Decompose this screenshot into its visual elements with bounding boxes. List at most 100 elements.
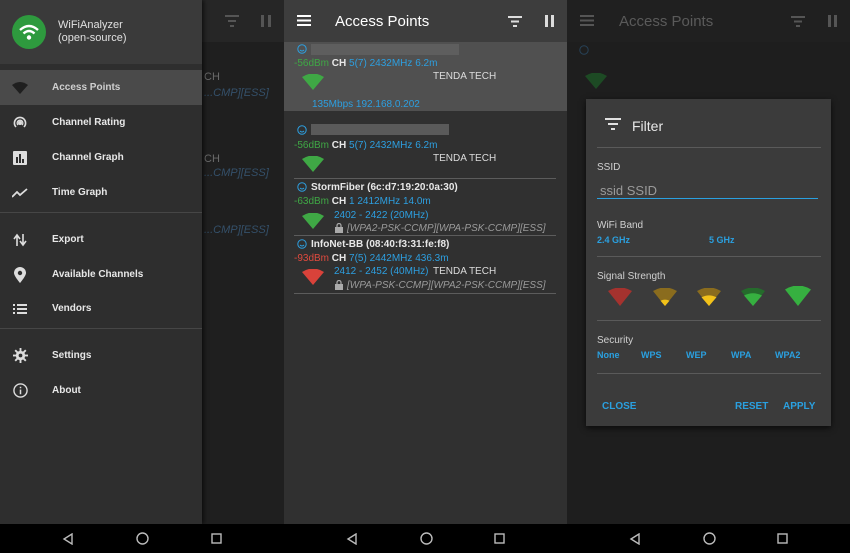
app-name: WiFiAnalyzer	[58, 19, 123, 31]
filter-icon	[791, 16, 805, 27]
close-button[interactable]: CLOSE	[602, 401, 636, 412]
lock-icon	[335, 280, 343, 290]
wifi-signal-weak-icon	[302, 269, 324, 285]
app-subtitle: (open-source)	[58, 32, 127, 44]
home-icon[interactable]	[702, 532, 716, 545]
menu-item-time-graph[interactable]: Time Graph	[0, 175, 202, 210]
hamburger-menu-icon	[580, 15, 594, 26]
security-option-wpa2[interactable]: WPA2	[775, 350, 800, 360]
smiley-icon	[297, 125, 307, 135]
ap-extra-info: 135Mbps 192.168.0.202	[312, 99, 420, 110]
signal-none-icon[interactable]	[608, 288, 632, 306]
ap-details: -63dBm CH 1 2412MHz 14.0m	[294, 196, 431, 207]
menu-item-channel-rating[interactable]: Channel Rating	[0, 105, 202, 140]
list-item[interactable]: StormFiber (6c:d7:19:20:0a:30) -63dBm CH…	[284, 179, 567, 235]
filter-icon[interactable]	[508, 16, 522, 27]
menu-item-channel-graph[interactable]: Channel Graph	[0, 140, 202, 175]
ssid-input[interactable]: ssid SSID	[600, 183, 817, 198]
back-icon[interactable]	[62, 532, 74, 545]
divider	[597, 256, 821, 257]
menu-item-vendors[interactable]: Vendors	[0, 291, 202, 326]
home-icon[interactable]	[419, 532, 433, 545]
wifi-logo-icon	[12, 15, 46, 49]
system-nav-bar	[0, 524, 284, 553]
line-chart-icon	[12, 185, 28, 201]
system-nav-bar	[567, 524, 850, 553]
signal-good-icon[interactable]	[741, 288, 765, 306]
hamburger-menu-icon[interactable]	[297, 15, 311, 26]
system-nav-bar	[284, 524, 567, 553]
security-capabilities: [WPA2-PSK-CCMP][WPA-PSK-CCMP][ESS]	[347, 223, 546, 234]
recents-icon[interactable]	[494, 533, 505, 544]
security-option-wep[interactable]: WEP	[686, 350, 707, 360]
ssid-label: StormFiber (6c:d7:19:20:0a:30)	[311, 182, 458, 193]
signal-weak-icon[interactable]	[653, 288, 677, 306]
menu-item-settings[interactable]: Settings	[0, 338, 202, 373]
divider	[597, 320, 821, 321]
smiley-icon	[297, 44, 307, 54]
access-points-screen: Access Points -56dBm CH 5(7) 2432MHz 6.2…	[284, 0, 567, 553]
location-pin-icon	[12, 266, 28, 283]
filter-screen: Access Points Filter SSID ssid SSID WiFi…	[567, 0, 850, 553]
dimmed-text: ...CMP][ESS]	[204, 167, 269, 179]
app-toolbar: Access Points	[284, 0, 567, 42]
vendor-label: TENDA TECH	[433, 71, 497, 82]
list-icon	[12, 301, 28, 317]
pause-icon	[261, 15, 271, 27]
recents-icon[interactable]	[211, 533, 222, 544]
signal-rating-icon	[12, 115, 28, 131]
drawer-screen: CH ...CMP][ESS] CH ...CMP][ESS] ...CMP][…	[0, 0, 284, 553]
ssid-blurred	[311, 44, 459, 55]
security-option-wpa[interactable]: WPA	[731, 350, 751, 360]
menu-item-label: Channel Graph	[52, 152, 124, 163]
wifi-signal-good-icon	[302, 156, 324, 172]
ssid-label: InfoNet-BB (08:40:f3:31:fe:f8)	[311, 239, 450, 250]
band-option-5ghz[interactable]: 5 GHz	[709, 235, 735, 245]
filter-icon	[225, 15, 239, 27]
navigation-drawer: WiFiAnalyzer (open-source) Access Points…	[0, 0, 202, 524]
security-capabilities: [WPA-PSK-CCMP][WPA2-PSK-CCMP][ESS]	[347, 280, 546, 291]
menu-item-label: Vendors	[52, 303, 92, 314]
menu-item-label: About	[52, 385, 81, 396]
recents-icon[interactable]	[777, 533, 788, 544]
vendor-label: TENDA TECH	[433, 266, 497, 277]
divider	[597, 147, 821, 148]
vendor-label: TENDA TECH	[433, 153, 497, 164]
menu-item-about[interactable]: About	[0, 373, 202, 408]
menu-item-label: Channel Rating	[52, 117, 126, 128]
dimmed-text: CH	[204, 153, 220, 165]
dimmed-text: ...CMP][ESS]	[204, 224, 269, 236]
list-item[interactable]: -56dBm CH 5(7) 2432MHz 6.2m TENDA TECH	[284, 118, 567, 178]
drawer-header: WiFiAnalyzer (open-source)	[0, 0, 202, 64]
list-item[interactable]: InfoNet-BB (08:40:f3:31:fe:f8) -93dBm CH…	[284, 236, 567, 294]
divider	[294, 293, 556, 294]
reset-button[interactable]: RESET	[735, 401, 768, 412]
signal-fair-icon[interactable]	[697, 288, 721, 306]
dialog-title: Filter	[632, 118, 664, 134]
pause-icon[interactable]	[545, 15, 554, 27]
security-option-none[interactable]: None	[597, 350, 620, 360]
ap-details: -93dBm CH 7(5) 2442MHz 436.3m	[294, 253, 449, 264]
lock-icon	[335, 223, 343, 233]
ap-details: -56dBm CH 5(7) 2432MHz 6.2m	[294, 140, 438, 151]
band-option-2ghz[interactable]: 2.4 GHz	[597, 235, 630, 245]
back-icon[interactable]	[346, 532, 358, 545]
signal-excellent-icon[interactable]	[785, 286, 811, 306]
menu-item-label: Time Graph	[52, 187, 108, 198]
dimmed-toolbar	[202, 0, 284, 42]
dimmed-text: ...CMP][ESS]	[204, 87, 269, 99]
home-icon[interactable]	[136, 532, 149, 545]
gear-icon	[12, 348, 28, 364]
apply-button[interactable]: APPLY	[783, 401, 815, 412]
security-option-wps[interactable]: WPS	[641, 350, 662, 360]
menu-item-available-channels[interactable]: Available Channels	[0, 257, 202, 292]
info-icon	[12, 383, 28, 399]
back-icon[interactable]	[629, 532, 641, 545]
frequency-range: 2402 - 2422 (20MHz)	[334, 210, 429, 221]
export-arrows-icon	[12, 232, 28, 248]
menu-item-export[interactable]: Export	[0, 222, 202, 257]
dimmed-smiley-icon	[579, 45, 589, 55]
dimmed-toolbar: Access Points	[567, 0, 850, 42]
list-item[interactable]: -56dBm CH 5(7) 2432MHz 6.2m TENDA TECH 1…	[284, 42, 567, 111]
menu-item-access-points[interactable]: Access Points	[0, 70, 202, 105]
